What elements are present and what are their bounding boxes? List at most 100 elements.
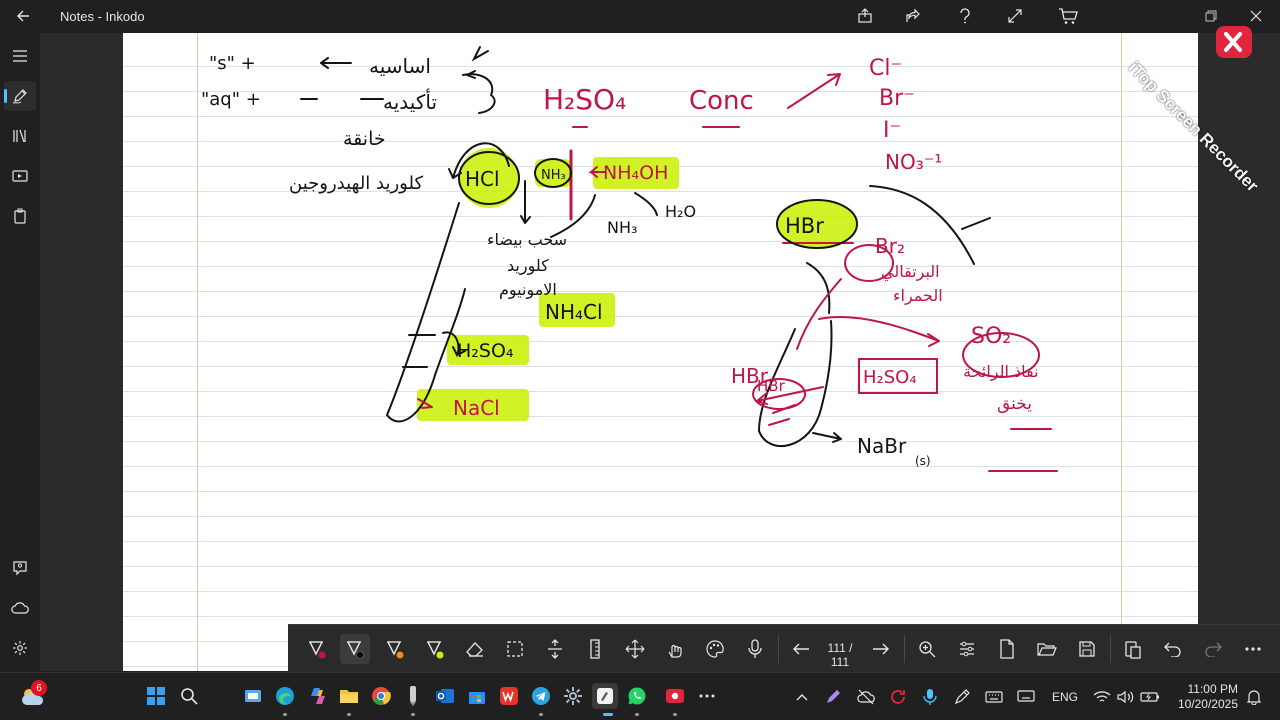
text-so2: SO₂ [971,324,1011,349]
save-button[interactable] [1072,634,1102,664]
store-button[interactable] [1054,3,1082,29]
display-tray[interactable] [1015,687,1037,707]
rail-item-ink[interactable] [4,81,36,111]
fullscreen-button[interactable] [1001,3,1029,29]
zoom-button[interactable] [912,634,942,664]
taskbar-app-outlook[interactable] [432,683,458,709]
taskbar-app-settings[interactable] [560,683,586,709]
taskbar-app-recorder[interactable] [662,683,688,709]
pen-device-icon [410,686,416,706]
taskbar-app-inkodo[interactable] [592,683,618,709]
rail-item-cloud[interactable] [4,593,36,623]
clipboard-paste-icon [1125,641,1141,659]
left-navigation-rail [0,33,40,671]
toolbar-separator [1110,635,1111,663]
start-button[interactable] [143,683,169,709]
back-button[interactable] [10,4,36,28]
pen-menu-tray[interactable] [822,687,844,707]
taskbar-app-edge[interactable] [272,683,298,709]
pen-black-tool[interactable] [340,634,370,664]
taskbar-app-telegram[interactable] [528,683,554,709]
undo-button[interactable] [1158,634,1188,664]
previous-page-button[interactable] [786,634,816,664]
touch-write-tool[interactable] [660,634,690,664]
media-icon [12,170,28,182]
input-language[interactable]: ENG [1052,690,1078,704]
eraser-tool[interactable] [460,634,490,664]
taskbar-app-wps[interactable] [496,683,522,709]
ink-toolbar: 111 / 111 [288,624,1280,672]
test-tube-left [385,202,466,423]
pen-red-tool[interactable] [302,634,332,664]
pan-tool[interactable] [620,634,650,664]
copilot-icon [311,688,325,704]
taskbar-app-file-explorer[interactable] [336,683,362,709]
page-counter: 111 / 111 [827,641,853,669]
wifi-icon [1093,691,1111,702]
rail-item-clipboard[interactable] [4,201,36,231]
title-bar: Notes - Inkodo [0,0,1280,33]
rail-item-settings[interactable] [4,633,36,663]
underlines-right [988,428,1058,472]
onedrive-tray[interactable] [855,687,877,707]
share-button[interactable] [899,3,927,29]
touch-keyboard-tray[interactable] [983,687,1005,707]
text-red: الحمراء [893,286,943,306]
lasso-select-tool[interactable] [500,634,530,664]
handwriting-layer[interactable]: "s" + "aq" + اساسيه تأكيديه خانقة كلوريد… [123,33,1198,671]
taskbar-app-pen[interactable] [400,683,426,709]
open-button[interactable] [1032,634,1062,664]
text-hcl: HCl [465,167,500,191]
text-takidiya: تأكيديه [383,88,437,114]
rail-item-media[interactable] [4,161,36,191]
taskbar-app-chrome[interactable] [368,683,394,709]
notebook-page[interactable]: "s" + "aq" + اساسيه تأكيديه خانقة كلوريد… [123,33,1198,671]
more-options-button[interactable] [1238,634,1268,664]
highlighter-orange-tool[interactable] [380,634,410,664]
next-page-button[interactable] [866,634,896,664]
search-button[interactable] [176,683,202,709]
taskbar-app-taskview[interactable] [240,683,266,709]
taskbar-app-whatsapp[interactable] [624,683,650,709]
microphone-tray[interactable] [919,687,941,707]
undo-icon [1164,642,1181,657]
help-button[interactable] [951,3,979,29]
battery-tray[interactable] [1139,687,1161,707]
insert-space-tool[interactable] [540,634,570,664]
menu-button[interactable] [4,41,36,71]
new-page-button[interactable] [992,634,1022,664]
text-khanqa: خانقة [343,128,386,150]
highlighter-icon [387,641,404,659]
adjust-button[interactable] [952,634,982,664]
inkodo-app: Notes - Inkodo "s" + "aq" + اساسيه تأكيد… [0,0,1280,720]
paste-button[interactable] [1118,634,1148,664]
color-palette-button[interactable] [700,634,730,664]
pen-workspace-tray[interactable] [951,687,973,707]
text-br: Br⁻ [879,86,915,111]
rail-item-account[interactable] [4,553,36,583]
clock[interactable]: 11:00 PM 10/20/2025 [1168,682,1238,712]
recorder-tray[interactable] [887,687,909,707]
taskbar-overflow-button[interactable] [694,683,720,709]
redo-button[interactable] [1198,634,1228,664]
notifications-button[interactable] [1243,687,1265,707]
gear-icon [13,641,27,655]
hbr-to-tube [806,262,831,314]
taskbar-app-store[interactable] [464,683,490,709]
rail-item-library[interactable] [4,121,36,151]
export-button[interactable] [851,3,879,29]
arrow-to-smoke [520,180,531,224]
highlighter-green-tool[interactable] [420,634,450,664]
show-hidden-icons-button[interactable] [791,687,813,707]
wifi-tray[interactable] [1091,687,1113,707]
taskbar-app-copilot[interactable] [305,683,331,709]
active-indicator [603,713,613,716]
recorder-logo [1216,26,1252,58]
text-smoke: سحب بيضاء [487,230,567,249]
arrow-asasiya [320,57,352,69]
volume-tray[interactable] [1115,687,1137,707]
canvas-area[interactable]: "s" + "aq" + اساسيه تأكيديه خانقة كلوريد… [40,33,1280,671]
ellipsis-icon [1245,647,1261,651]
microphone-button[interactable] [740,634,770,664]
ruler-tool[interactable] [580,634,610,664]
